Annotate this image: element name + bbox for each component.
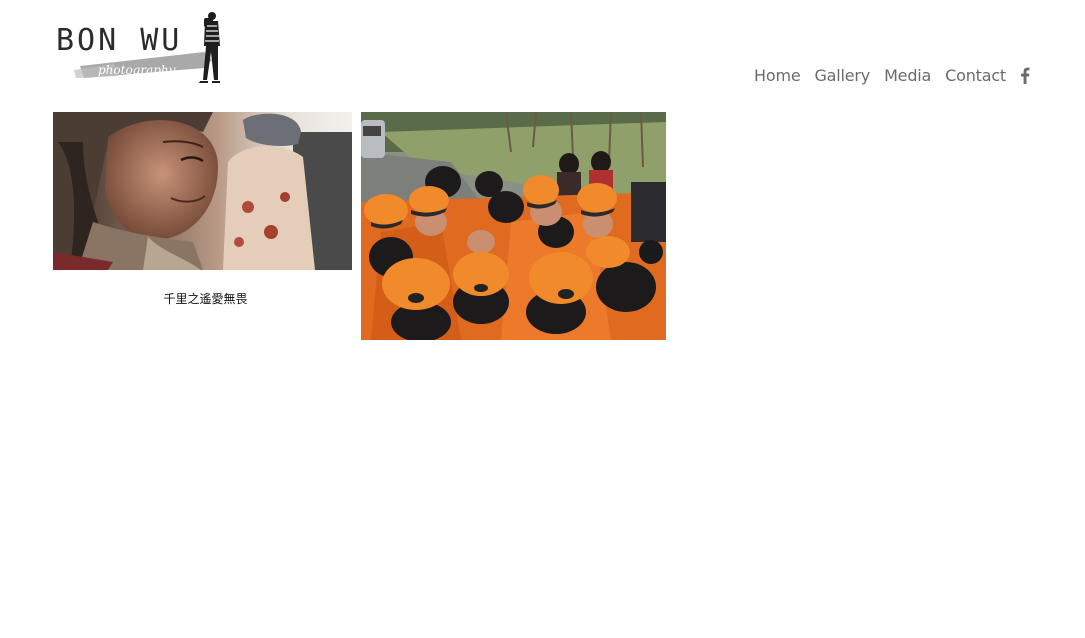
- photographer-figure-icon: [199, 12, 220, 83]
- page: BON WU photography Home Gallery Media Co…: [0, 0, 1085, 638]
- nav-home[interactable]: Home: [754, 66, 801, 85]
- nav-media[interactable]: Media: [884, 66, 931, 85]
- gallery-item-1-caption[interactable]: 千里之遙愛無畏: [53, 290, 358, 307]
- nav-contact[interactable]: Contact: [945, 66, 1006, 85]
- main-nav: Home Gallery Media Contact: [754, 66, 1030, 85]
- facebook-icon: [1021, 67, 1030, 84]
- logo-tagline: photography: [98, 63, 176, 77]
- logo-wordmark: BON WU: [56, 23, 182, 58]
- nav-gallery[interactable]: Gallery: [814, 66, 870, 85]
- group-in-orange-caps-image: [361, 112, 666, 340]
- gallery-item-2[interactable]: [361, 112, 666, 340]
- facebook-link[interactable]: [1020, 67, 1030, 84]
- gallery-item-1[interactable]: [53, 112, 352, 270]
- elderly-woman-portrait-image: [53, 112, 352, 270]
- site-logo[interactable]: BON WU photography: [54, 8, 226, 84]
